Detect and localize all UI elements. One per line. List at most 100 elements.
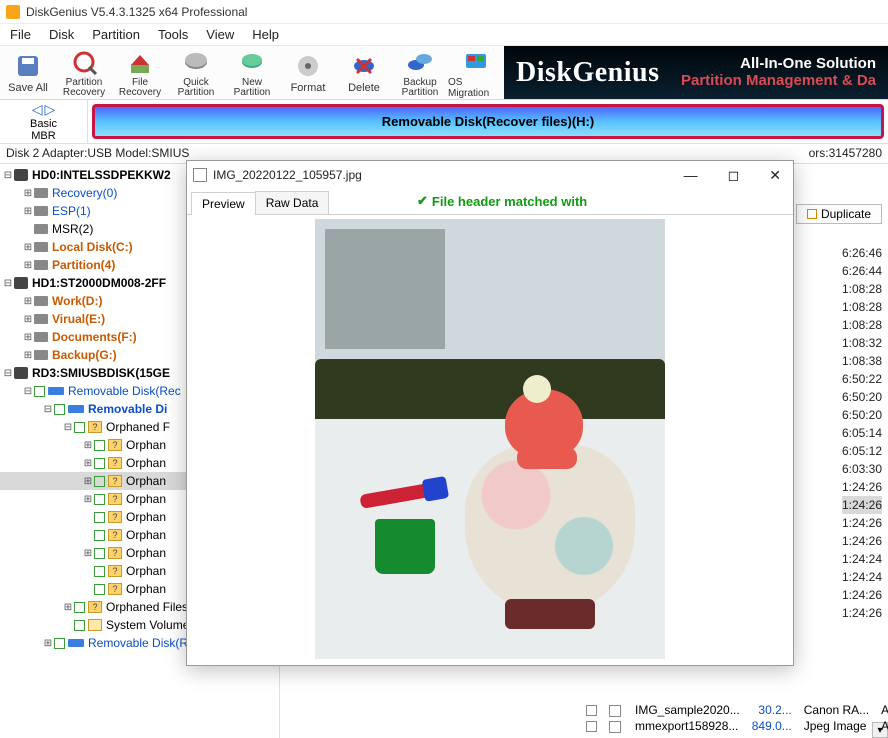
- file-time-cell[interactable]: 1:24:24: [842, 550, 882, 568]
- tool-file-recovery[interactable]: File Recovery: [112, 46, 168, 99]
- menu-tools[interactable]: Tools: [158, 27, 188, 42]
- file-time-cell[interactable]: 1:08:28: [842, 298, 882, 316]
- expand-icon[interactable]: ⊞: [82, 548, 94, 559]
- partition-map[interactable]: Removable Disk(Recover files)(H:): [92, 104, 884, 139]
- tool-label: Save All: [8, 82, 48, 94]
- maximize-button[interactable]: ◻: [722, 165, 746, 186]
- expand-icon[interactable]: ⊞: [22, 296, 34, 307]
- file-time-cell[interactable]: 6:03:30: [842, 460, 882, 478]
- tool-os-migration[interactable]: OS Migration: [448, 46, 504, 99]
- minimize-button[interactable]: —: [678, 165, 704, 186]
- file-time-cell[interactable]: 6:26:44: [842, 262, 882, 280]
- menu-disk[interactable]: Disk: [49, 27, 74, 42]
- expand-icon[interactable]: ⊞: [42, 638, 54, 649]
- partition-icon: [34, 206, 48, 216]
- collapse-icon[interactable]: ⊟: [2, 368, 14, 379]
- file-time-cell[interactable]: 1:24:26: [842, 532, 882, 550]
- partition-icon: [34, 242, 48, 252]
- file-row[interactable]: IMG_sample2020... 30.2... Canon RA... A …: [580, 702, 888, 718]
- tool-new-partition[interactable]: New Partition: [224, 46, 280, 99]
- checkbox[interactable]: [94, 458, 105, 469]
- tool-partition-recovery[interactable]: Partition Recovery: [56, 46, 112, 99]
- checkbox[interactable]: [94, 530, 105, 541]
- checkbox[interactable]: [34, 386, 45, 397]
- tool-quick-partition[interactable]: Quick Partition: [168, 46, 224, 99]
- checkbox[interactable]: [94, 476, 105, 487]
- collapse-icon[interactable]: ⊟: [42, 404, 54, 415]
- checkbox[interactable]: [74, 602, 85, 613]
- window-title: DiskGenius V5.4.3.1325 x64 Professional: [26, 5, 247, 19]
- unknown-folder-icon: ?: [108, 547, 122, 559]
- checkbox[interactable]: [54, 638, 65, 649]
- close-button[interactable]: ✕: [763, 165, 787, 186]
- collapse-icon[interactable]: ⊟: [2, 170, 14, 181]
- file-time-cell[interactable]: 6:50:20: [842, 406, 882, 424]
- tool-save-all[interactable]: Save All: [0, 46, 56, 99]
- prev-disk-icon[interactable]: ◁: [32, 101, 43, 118]
- checkbox[interactable]: [94, 440, 105, 451]
- tab-raw-data[interactable]: Raw Data: [255, 191, 330, 214]
- file-time-cell[interactable]: 6:50:22: [842, 370, 882, 388]
- duplicate-button[interactable]: Duplicate: [796, 204, 882, 224]
- tool-delete[interactable]: Delete: [336, 46, 392, 99]
- expand-icon[interactable]: ⊞: [22, 188, 34, 199]
- checkbox[interactable]: [94, 584, 105, 595]
- file-time-cell[interactable]: 1:08:28: [842, 280, 882, 298]
- collapse-icon[interactable]: ⊟: [22, 386, 34, 397]
- file-time-cell[interactable]: 1:24:26: [842, 496, 882, 514]
- file-time-cell[interactable]: 6:05:12: [842, 442, 882, 460]
- collapse-icon[interactable]: ⊟: [62, 422, 74, 433]
- expand-icon[interactable]: ⊞: [82, 494, 94, 505]
- expand-icon[interactable]: ⊞: [82, 476, 94, 487]
- checkbox[interactable]: [94, 512, 105, 523]
- file-time-cell[interactable]: 1:08:32: [842, 334, 882, 352]
- file-time-cell[interactable]: 1:24:26: [842, 586, 882, 604]
- expand-icon[interactable]: ⊞: [22, 260, 34, 271]
- checkbox[interactable]: [74, 620, 85, 631]
- image-file-icon: [609, 705, 621, 717]
- expand-icon[interactable]: ⊞: [82, 440, 94, 451]
- expand-icon[interactable]: ⊞: [22, 206, 34, 217]
- tool-format[interactable]: Format: [280, 46, 336, 99]
- hdd-icon: [14, 367, 28, 379]
- expand-icon[interactable]: ⊞: [82, 458, 94, 469]
- tool-label: Delete: [348, 82, 380, 94]
- checkbox[interactable]: [586, 705, 597, 716]
- expand-icon[interactable]: ⊞: [22, 242, 34, 253]
- partition-icon: [34, 224, 48, 234]
- menu-view[interactable]: View: [206, 27, 234, 42]
- checkbox[interactable]: [586, 721, 597, 732]
- file-time-cell[interactable]: 1:24:26: [842, 604, 882, 622]
- preview-window: IMG_20220122_105957.jpg — ◻ ✕ Preview Ra…: [186, 160, 794, 666]
- menu-file[interactable]: File: [10, 27, 31, 42]
- expand-icon[interactable]: ⊞: [22, 332, 34, 343]
- file-time-cell[interactable]: 6:05:14: [842, 424, 882, 442]
- checkbox[interactable]: [94, 494, 105, 505]
- file-time-cell[interactable]: 1:08:28: [842, 316, 882, 334]
- preview-image: [315, 219, 665, 659]
- checkbox[interactable]: [74, 422, 85, 433]
- unknown-folder-icon: ?: [108, 529, 122, 541]
- file-time-cell[interactable]: 6:50:20: [842, 388, 882, 406]
- checkbox[interactable]: [94, 548, 105, 559]
- partition-icon: [34, 332, 48, 342]
- tool-backup-partition[interactable]: Backup Partition: [392, 46, 448, 99]
- collapse-icon[interactable]: ⊟: [2, 278, 14, 289]
- tab-preview[interactable]: Preview: [191, 192, 256, 215]
- file-time-cell[interactable]: 1:08:38: [842, 352, 882, 370]
- file-row[interactable]: mmexport158928... 849.0... Jpeg Image A …: [580, 718, 888, 734]
- next-disk-icon[interactable]: ▷: [45, 101, 56, 118]
- file-time-cell[interactable]: 1:24:26: [842, 478, 882, 496]
- expand-icon[interactable]: ⊞: [22, 314, 34, 325]
- menu-partition[interactable]: Partition: [92, 27, 140, 42]
- expand-icon[interactable]: ⊞: [22, 350, 34, 361]
- checkbox[interactable]: [54, 404, 65, 415]
- preview-titlebar[interactable]: IMG_20220122_105957.jpg — ◻ ✕: [187, 161, 793, 189]
- menu-help[interactable]: Help: [252, 27, 279, 42]
- unknown-folder-icon: ?: [108, 475, 122, 487]
- expand-icon[interactable]: ⊞: [62, 602, 74, 613]
- file-time-cell[interactable]: 1:24:26: [842, 514, 882, 532]
- file-time-cell[interactable]: 1:24:24: [842, 568, 882, 586]
- file-time-cell[interactable]: 6:26:46: [842, 244, 882, 262]
- checkbox[interactable]: [94, 566, 105, 577]
